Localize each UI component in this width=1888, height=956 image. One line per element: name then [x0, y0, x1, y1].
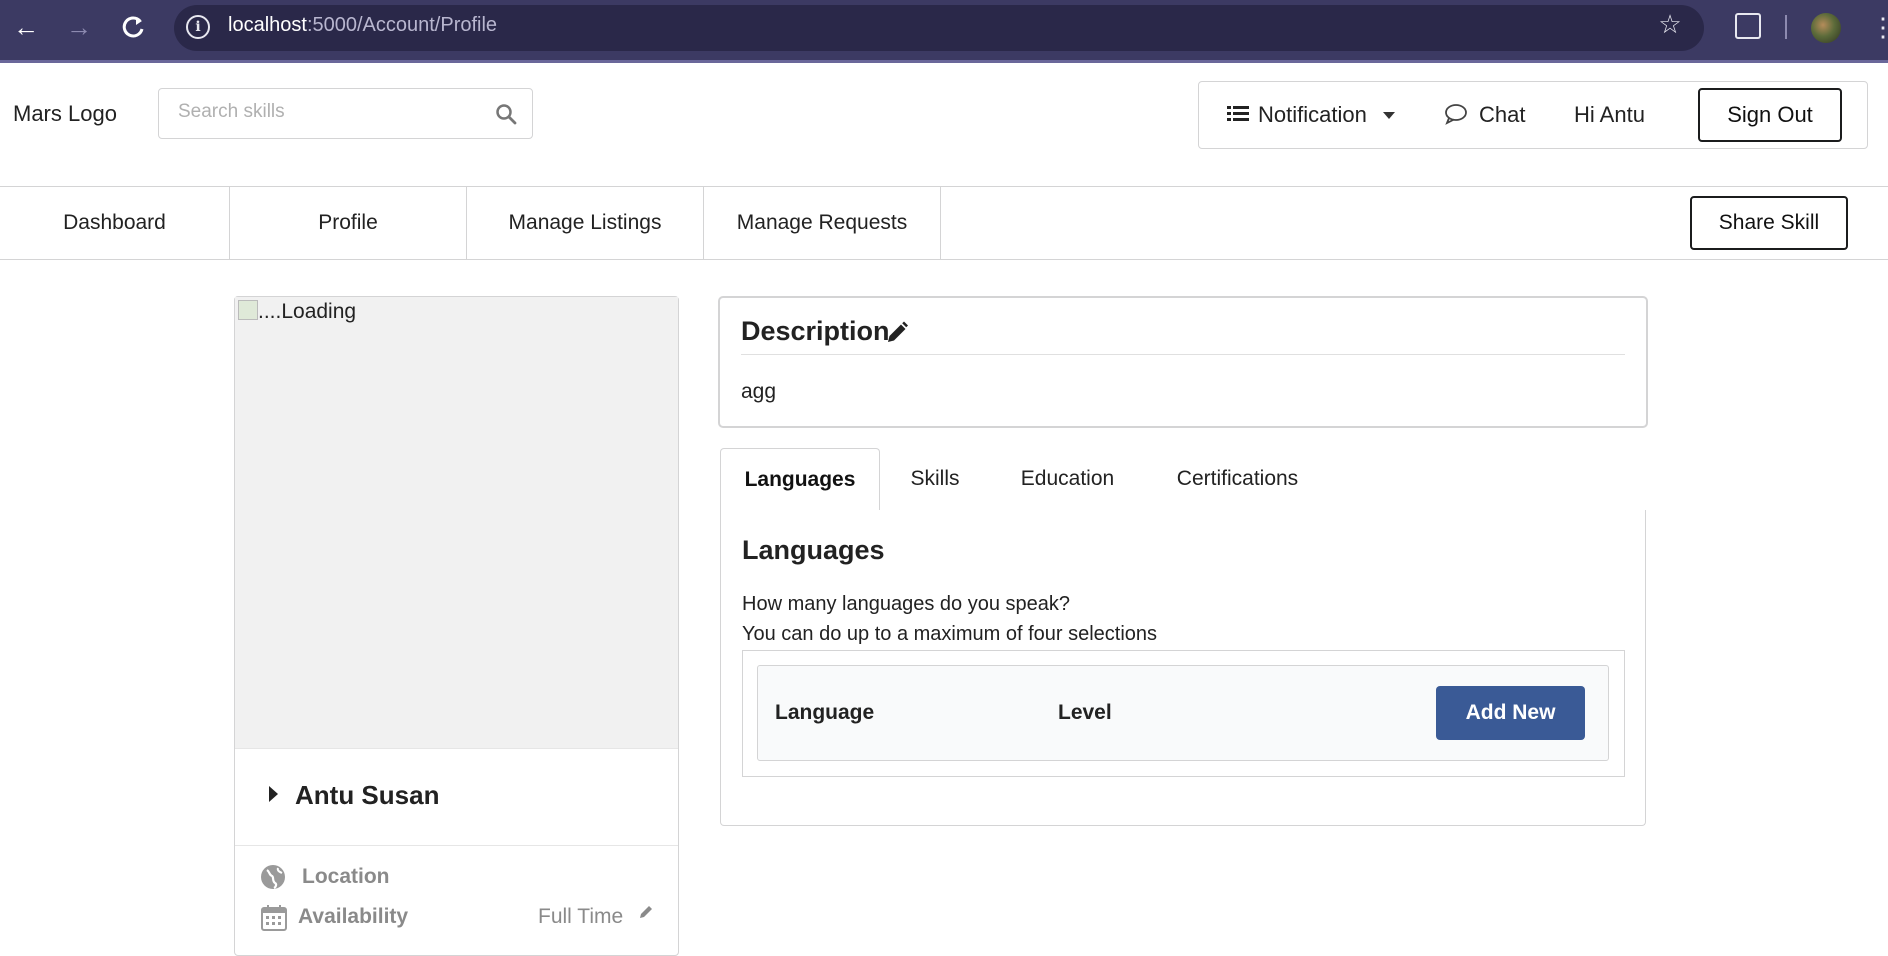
languages-question: How many languages do you speak?	[742, 593, 1070, 615]
star-icon[interactable]: ☆	[1655, 9, 1685, 43]
column-header-language: Language	[775, 701, 875, 724]
url-path: :5000/Account/Profile	[306, 14, 498, 36]
notification-dropdown[interactable]: Notification	[1258, 102, 1367, 128]
caret-right-icon[interactable]	[269, 786, 278, 802]
search-placeholder: Search skills	[178, 101, 285, 122]
forward-arrow-icon[interactable]: →	[64, 12, 94, 42]
toolbar-separator	[1785, 15, 1787, 39]
user-greeting[interactable]: Hi Antu	[1574, 102, 1645, 128]
tab-certifications[interactable]: Certifications	[1160, 448, 1315, 510]
reload-icon[interactable]	[118, 12, 148, 42]
languages-title: Languages	[742, 535, 885, 565]
description-divider	[741, 354, 1625, 355]
info-icon[interactable]: i	[186, 15, 210, 39]
calendar-icon	[260, 904, 288, 932]
chat-link[interactable]: Chat	[1479, 102, 1525, 128]
list-icon	[1227, 104, 1249, 124]
url-host: localhost	[228, 14, 307, 36]
browser-toolbar-divider	[0, 60, 1888, 63]
back-arrow-icon[interactable]: ←	[11, 12, 41, 42]
globe-icon	[260, 864, 286, 890]
menu-kebab-icon[interactable]: ⋮	[1870, 12, 1888, 42]
profile-avatar-icon[interactable]	[1811, 13, 1841, 43]
url-text[interactable]: localhost:5000/Account/Profile	[228, 14, 497, 37]
edit-availability-icon[interactable]	[638, 904, 654, 920]
availability-value: Full Time	[538, 905, 624, 928]
add-new-language-button[interactable]: Add New	[1436, 686, 1585, 740]
nav-dashboard[interactable]: Dashboard	[0, 187, 230, 259]
profile-photo-alt: ....Loading	[258, 300, 357, 323]
nav-manage-listings[interactable]: Manage Listings	[467, 187, 704, 259]
column-header-level: Level	[1058, 701, 1112, 724]
availability-label: Availability	[298, 905, 409, 928]
tab-skills[interactable]: Skills	[890, 448, 980, 510]
tab-languages[interactable]: Languages	[720, 448, 880, 511]
location-label: Location	[302, 865, 390, 888]
extensions-icon[interactable]	[1735, 13, 1761, 39]
tab-education[interactable]: Education	[1005, 448, 1130, 510]
description-title: Description	[741, 316, 890, 346]
site-logo[interactable]: Mars Logo	[13, 101, 117, 127]
profile-name[interactable]: Antu Susan	[295, 780, 439, 811]
description-text: agg	[741, 380, 777, 403]
nav-profile[interactable]: Profile	[230, 187, 467, 259]
broken-image-icon	[238, 300, 258, 320]
profile-photo[interactable]	[235, 297, 678, 748]
sign-out-button[interactable]: Sign Out	[1698, 88, 1842, 142]
nav-manage-requests[interactable]: Manage Requests	[704, 187, 941, 259]
chat-icon[interactable]	[1444, 103, 1468, 125]
pencil-icon[interactable]	[886, 320, 908, 344]
chevron-down-icon[interactable]	[1383, 112, 1395, 119]
languages-limit-text: You can do up to a maximum of four selec…	[742, 623, 1158, 645]
search-icon[interactable]	[495, 103, 517, 125]
share-skill-button[interactable]: Share Skill	[1690, 196, 1848, 250]
